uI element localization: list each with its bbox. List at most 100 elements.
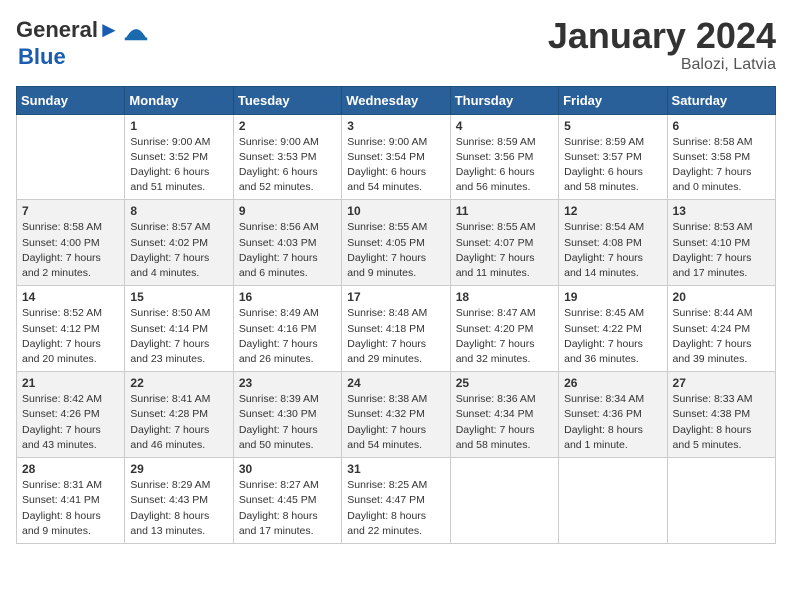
week-row-4: 28 Sunrise: 8:31 AM Sunset: 4:41 PM Dayli… <box>17 458 776 544</box>
cell-w2-d0: 14 Sunrise: 8:52 AM Sunset: 4:12 PM Dayli… <box>17 286 125 372</box>
day-number: 15 <box>130 290 227 304</box>
cell-w1-d0: 7 Sunrise: 8:58 AM Sunset: 4:00 PM Daylig… <box>17 200 125 286</box>
day-info: Sunrise: 8:53 AM Sunset: 4:10 PM Dayligh… <box>673 220 770 281</box>
day-number: 23 <box>239 376 336 390</box>
day-info: Sunrise: 8:36 AM Sunset: 4:34 PM Dayligh… <box>456 392 553 453</box>
day-number: 21 <box>22 376 119 390</box>
day-info: Sunrise: 8:57 AM Sunset: 4:02 PM Dayligh… <box>130 220 227 281</box>
header-wednesday: Wednesday <box>342 86 450 114</box>
logo: General► Blue <box>16 16 150 70</box>
day-number: 11 <box>456 204 553 218</box>
cell-w3-d5: 26Sunrise: 8:34 AM Sunset: 4:36 PM Dayli… <box>559 372 667 458</box>
cell-w2-d3: 17Sunrise: 8:48 AM Sunset: 4:18 PM Dayli… <box>342 286 450 372</box>
cell-w3-d6: 27 Sunrise: 8:33 AM Sunset: 4:38 PM Dayli… <box>667 372 775 458</box>
day-info: Sunrise: 8:38 AM Sunset: 4:32 PM Dayligh… <box>347 392 444 453</box>
cell-w2-d6: 20Sunrise: 8:44 AM Sunset: 4:24 PM Dayli… <box>667 286 775 372</box>
day-number: 27 <box>673 376 770 390</box>
day-number: 14 <box>22 290 119 304</box>
cell-w3-d0: 21Sunrise: 8:42 AM Sunset: 4:26 PM Dayli… <box>17 372 125 458</box>
header-tuesday: Tuesday <box>233 86 341 114</box>
week-row-3: 21Sunrise: 8:42 AM Sunset: 4:26 PM Dayli… <box>17 372 776 458</box>
header-row: Sunday Monday Tuesday Wednesday Thursday… <box>17 86 776 114</box>
day-info: Sunrise: 8:27 AM Sunset: 4:45 PM Dayligh… <box>239 478 336 539</box>
cell-w1-d2: 9Sunrise: 8:56 AM Sunset: 4:03 PM Daylig… <box>233 200 341 286</box>
day-info: Sunrise: 8:47 AM Sunset: 4:20 PM Dayligh… <box>456 306 553 367</box>
cell-w4-d4 <box>450 458 558 544</box>
header-saturday: Saturday <box>667 86 775 114</box>
cell-w1-d5: 12Sunrise: 8:54 AM Sunset: 4:08 PM Dayli… <box>559 200 667 286</box>
day-info: Sunrise: 8:29 AM Sunset: 4:43 PM Dayligh… <box>130 478 227 539</box>
day-number: 28 <box>22 462 119 476</box>
day-number: 10 <box>347 204 444 218</box>
day-number: 13 <box>673 204 770 218</box>
calendar-body: 1Sunrise: 9:00 AM Sunset: 3:52 PM Daylig… <box>17 114 776 543</box>
calendar-table: Sunday Monday Tuesday Wednesday Thursday… <box>16 86 776 544</box>
day-number: 19 <box>564 290 661 304</box>
cell-w4-d1: 29 Sunrise: 8:29 AM Sunset: 4:43 PM Dayli… <box>125 458 233 544</box>
day-info: Sunrise: 8:58 AM Sunset: 3:58 PM Dayligh… <box>673 135 770 196</box>
cell-w2-d1: 15Sunrise: 8:50 AM Sunset: 4:14 PM Dayli… <box>125 286 233 372</box>
header-thursday: Thursday <box>450 86 558 114</box>
day-info: Sunrise: 8:49 AM Sunset: 4:16 PM Dayligh… <box>239 306 336 367</box>
calendar-header: Sunday Monday Tuesday Wednesday Thursday… <box>17 86 776 114</box>
day-info: Sunrise: 9:00 AM Sunset: 3:52 PM Dayligh… <box>130 135 227 196</box>
day-number: 4 <box>456 119 553 133</box>
day-info: Sunrise: 8:54 AM Sunset: 4:08 PM Dayligh… <box>564 220 661 281</box>
cell-w1-d4: 11Sunrise: 8:55 AM Sunset: 4:07 PM Dayli… <box>450 200 558 286</box>
logo-blue-inline: ► <box>98 17 120 42</box>
header-monday: Monday <box>125 86 233 114</box>
cell-w2-d4: 18 Sunrise: 8:47 AM Sunset: 4:20 PM Dayli… <box>450 286 558 372</box>
day-number: 18 <box>456 290 553 304</box>
day-number: 6 <box>673 119 770 133</box>
cell-w4-d6 <box>667 458 775 544</box>
day-info: Sunrise: 8:34 AM Sunset: 4:36 PM Dayligh… <box>564 392 661 453</box>
day-number: 30 <box>239 462 336 476</box>
cell-w3-d4: 25 Sunrise: 8:36 AM Sunset: 4:34 PM Dayli… <box>450 372 558 458</box>
day-info: Sunrise: 8:33 AM Sunset: 4:38 PM Dayligh… <box>673 392 770 453</box>
logo-icon <box>122 16 150 44</box>
day-info: Sunrise: 8:45 AM Sunset: 4:22 PM Dayligh… <box>564 306 661 367</box>
day-info: Sunrise: 8:58 AM Sunset: 4:00 PM Dayligh… <box>22 220 119 281</box>
cell-w0-d0 <box>17 114 125 200</box>
day-info: Sunrise: 8:31 AM Sunset: 4:41 PM Dayligh… <box>22 478 119 539</box>
day-number: 22 <box>130 376 227 390</box>
cell-w1-d1: 8Sunrise: 8:57 AM Sunset: 4:02 PM Daylig… <box>125 200 233 286</box>
cell-w4-d0: 28 Sunrise: 8:31 AM Sunset: 4:41 PM Dayli… <box>17 458 125 544</box>
cell-w3-d1: 22 Sunrise: 8:41 AM Sunset: 4:28 PM Dayli… <box>125 372 233 458</box>
day-number: 5 <box>564 119 661 133</box>
week-row-0: 1Sunrise: 9:00 AM Sunset: 3:52 PM Daylig… <box>17 114 776 200</box>
cell-w0-d2: 2Sunrise: 9:00 AM Sunset: 3:53 PM Daylig… <box>233 114 341 200</box>
day-info: Sunrise: 8:25 AM Sunset: 4:47 PM Dayligh… <box>347 478 444 539</box>
cell-w0-d4: 4Sunrise: 8:59 AM Sunset: 3:56 PM Daylig… <box>450 114 558 200</box>
cell-w0-d1: 1Sunrise: 9:00 AM Sunset: 3:52 PM Daylig… <box>125 114 233 200</box>
day-info: Sunrise: 9:00 AM Sunset: 3:53 PM Dayligh… <box>239 135 336 196</box>
cell-w2-d5: 19 Sunrise: 8:45 AM Sunset: 4:22 PM Dayli… <box>559 286 667 372</box>
logo-general: General <box>16 17 98 42</box>
week-row-1: 7 Sunrise: 8:58 AM Sunset: 4:00 PM Daylig… <box>17 200 776 286</box>
cell-w4-d3: 31Sunrise: 8:25 AM Sunset: 4:47 PM Dayli… <box>342 458 450 544</box>
cell-w0-d5: 5Sunrise: 8:59 AM Sunset: 3:57 PM Daylig… <box>559 114 667 200</box>
cell-w4-d5 <box>559 458 667 544</box>
day-info: Sunrise: 8:39 AM Sunset: 4:30 PM Dayligh… <box>239 392 336 453</box>
logo-line2: Blue <box>18 44 66 69</box>
cell-w3-d2: 23 Sunrise: 8:39 AM Sunset: 4:30 PM Dayli… <box>233 372 341 458</box>
cell-w1-d6: 13 Sunrise: 8:53 AM Sunset: 4:10 PM Dayli… <box>667 200 775 286</box>
location: Balozi, Latvia <box>548 56 776 74</box>
day-number: 17 <box>347 290 444 304</box>
header-friday: Friday <box>559 86 667 114</box>
cell-w3-d3: 24Sunrise: 8:38 AM Sunset: 4:32 PM Dayli… <box>342 372 450 458</box>
day-number: 29 <box>130 462 227 476</box>
day-number: 3 <box>347 119 444 133</box>
day-info: Sunrise: 8:52 AM Sunset: 4:12 PM Dayligh… <box>22 306 119 367</box>
day-info: Sunrise: 8:55 AM Sunset: 4:05 PM Dayligh… <box>347 220 444 281</box>
day-info: Sunrise: 9:00 AM Sunset: 3:54 PM Dayligh… <box>347 135 444 196</box>
day-number: 16 <box>239 290 336 304</box>
day-number: 25 <box>456 376 553 390</box>
day-info: Sunrise: 8:56 AM Sunset: 4:03 PM Dayligh… <box>239 220 336 281</box>
title-block: January 2024 Balozi, Latvia <box>548 16 776 74</box>
day-info: Sunrise: 8:41 AM Sunset: 4:28 PM Dayligh… <box>130 392 227 453</box>
day-info: Sunrise: 8:44 AM Sunset: 4:24 PM Dayligh… <box>673 306 770 367</box>
header-sunday: Sunday <box>17 86 125 114</box>
cell-w2-d2: 16 Sunrise: 8:49 AM Sunset: 4:16 PM Dayli… <box>233 286 341 372</box>
day-number: 7 <box>22 204 119 218</box>
